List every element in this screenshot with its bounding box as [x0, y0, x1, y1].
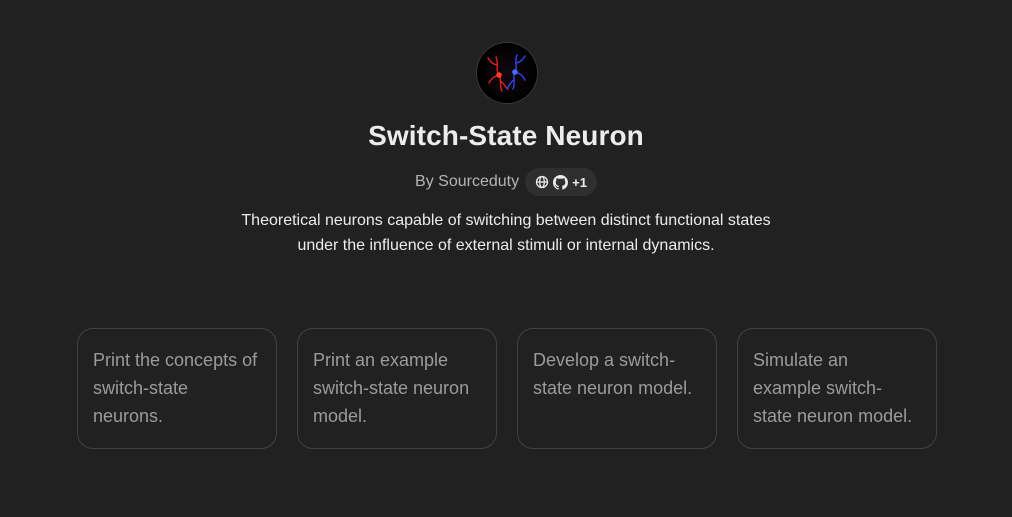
gpt-avatar: [477, 43, 537, 103]
gpt-landing: Switch-State Neuron By Sourceduty +1 The…: [0, 0, 1012, 517]
conversation-starters: Print the concepts of switch-state neuro…: [77, 328, 937, 449]
gpt-description: Theoretical neurons capable of switching…: [241, 212, 771, 254]
starter-card[interactable]: Simulate an example switch-state neuron …: [737, 328, 937, 449]
gpt-title: Switch-State Neuron: [368, 120, 644, 151]
extra-links-count: +1: [572, 174, 587, 190]
author-name: By Sourceduty: [415, 173, 520, 190]
neuron-avatar-image: [477, 43, 537, 103]
github-icon: [553, 174, 569, 190]
starter-card[interactable]: Print an example switch-state neuron mod…: [297, 328, 497, 449]
author-links-button[interactable]: +1: [525, 168, 597, 196]
globe-icon: [535, 175, 549, 189]
starter-card[interactable]: Print the concepts of switch-state neuro…: [77, 328, 277, 449]
starter-card[interactable]: Develop a switch-state neuron model.: [517, 328, 717, 449]
byline: By Sourceduty +1: [0, 168, 1012, 196]
